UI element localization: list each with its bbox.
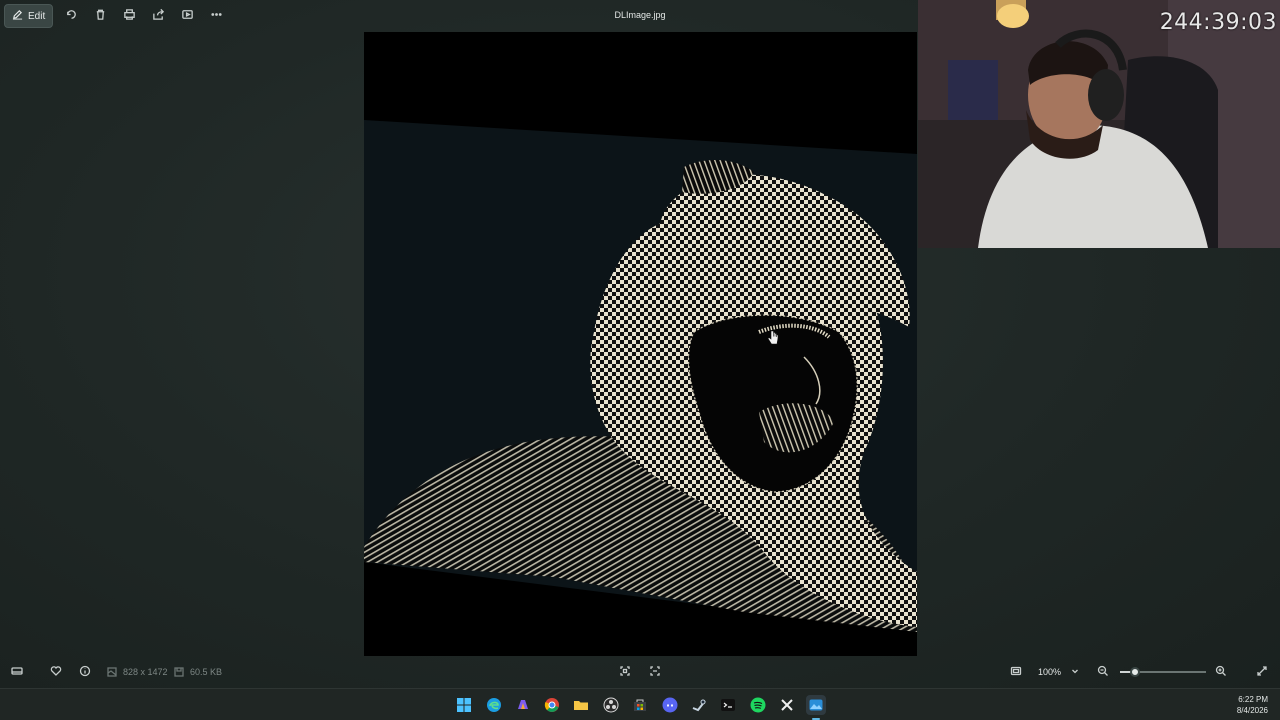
obs-icon <box>603 697 619 713</box>
displayed-photo[interactable] <box>364 32 917 656</box>
photos-icon <box>809 699 823 711</box>
top-toolbar: Edit <box>0 0 918 32</box>
edit-button[interactable]: Edit <box>4 4 54 28</box>
file-size-icon <box>171 664 187 680</box>
favorite-button[interactable] <box>48 664 64 680</box>
slideshow-icon <box>181 8 194 24</box>
taskbar-file-explorer[interactable] <box>571 695 591 715</box>
slideshow-button[interactable] <box>173 4 202 28</box>
streamer-camera-feed <box>918 0 1280 248</box>
file-name-title: DLImage.jpg <box>614 10 666 20</box>
zoom-in-button[interactable] <box>1213 664 1229 680</box>
rotate-button[interactable] <box>57 4 86 28</box>
portrait-illustration <box>364 32 917 656</box>
delete-icon <box>94 8 107 24</box>
copilot-icon <box>518 700 528 709</box>
print-icon <box>123 8 136 24</box>
print-button[interactable] <box>115 4 144 28</box>
terminal-icon <box>721 699 735 711</box>
pen-icon <box>12 9 23 23</box>
zoom-level[interactable]: 100% <box>1038 667 1061 677</box>
taskbar-discord[interactable] <box>660 695 680 715</box>
start-button[interactable] <box>454 695 474 715</box>
fullscreen-button[interactable] <box>1254 664 1270 680</box>
capcut-icon <box>781 699 793 711</box>
filmstrip-toggle-button[interactable] <box>9 664 25 680</box>
file-info-button[interactable] <box>77 664 93 680</box>
taskbar-chrome[interactable] <box>542 695 562 715</box>
taskbar-capcut[interactable] <box>777 695 797 715</box>
hand-cursor-icon <box>767 330 779 345</box>
share-button[interactable] <box>144 4 173 28</box>
windows-taskbar: 6:22 PM 8/4/2026 <box>0 688 1280 720</box>
discord-icon <box>662 697 678 713</box>
zoom-in-icon <box>1215 665 1227 679</box>
taskbar-spotify[interactable] <box>748 695 768 715</box>
clock-date: 8/4/2026 <box>1236 706 1268 715</box>
more-icon <box>210 8 223 24</box>
system-clock[interactable]: 6:22 PM 8/4/2026 <box>1237 694 1268 716</box>
stream-timer: 244:39:03 <box>1159 10 1277 35</box>
crop-fit-button[interactable] <box>617 664 633 680</box>
zoom-out-button[interactable] <box>1095 664 1111 680</box>
edge-icon <box>487 698 501 712</box>
taskbar-steam[interactable] <box>689 695 709 715</box>
chrome-icon <box>544 698 559 712</box>
photos-app-window: Edit DLImage.jpg 244:39:03 828 x 1472 60… <box>0 0 1280 688</box>
more-options-button[interactable] <box>202 4 231 28</box>
info-icon <box>79 665 91 679</box>
taskbar-photos[interactable] <box>806 695 826 720</box>
windows-logo-icon <box>457 698 471 712</box>
delete-button[interactable] <box>86 4 115 28</box>
expand-icon <box>1256 665 1268 679</box>
clock-time: 6:22 PM <box>1238 695 1268 704</box>
bottom-status-bar: 828 x 1472 60.5 KB <box>0 656 1280 688</box>
rotate-icon <box>65 8 78 24</box>
visual-search-button[interactable] <box>647 664 663 680</box>
share-icon <box>152 8 165 24</box>
zoom-out-icon <box>1097 665 1109 679</box>
taskbar-store[interactable] <box>630 695 650 715</box>
taskbar-terminal[interactable] <box>718 695 738 715</box>
image-dimensions: 828 x 1472 <box>123 667 168 677</box>
edit-label: Edit <box>28 10 46 22</box>
fit-window-icon <box>1010 665 1022 679</box>
fit-to-window-button[interactable] <box>1008 664 1024 680</box>
taskbar-edge[interactable] <box>484 695 504 715</box>
spotify-icon <box>750 697 766 713</box>
zoom-slider-thumb[interactable] <box>1129 667 1140 677</box>
scan-icon <box>649 665 661 679</box>
webcam-overlay: 244:39:03 <box>918 0 1280 248</box>
dimensions-icon <box>104 664 120 680</box>
folder-icon <box>574 701 588 710</box>
zoom-dropdown-button[interactable] <box>1067 664 1083 680</box>
crop-icon <box>619 665 631 679</box>
taskbar-obs[interactable] <box>601 695 621 715</box>
heart-icon <box>50 665 62 679</box>
file-size: 60.5 KB <box>190 667 223 677</box>
chevron-down-icon <box>1069 665 1081 679</box>
filmstrip-icon <box>11 665 23 679</box>
store-icon <box>634 699 646 711</box>
steam-icon <box>692 699 706 712</box>
taskbar-copilot[interactable] <box>513 695 533 715</box>
